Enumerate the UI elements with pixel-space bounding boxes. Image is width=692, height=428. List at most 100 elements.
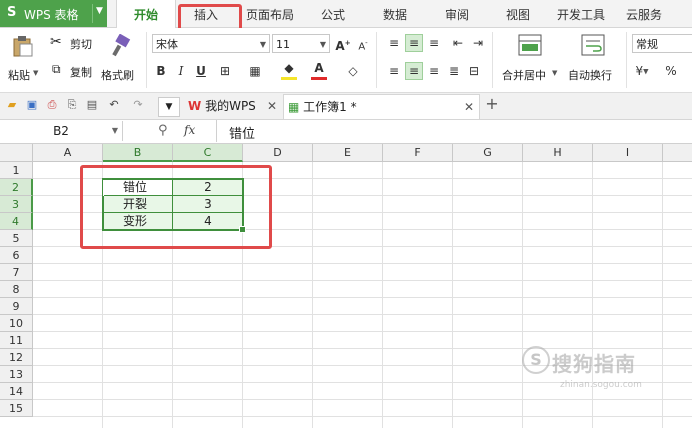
app-menu-button[interactable]: S WPS 表格 ▼ <box>0 0 107 27</box>
doc-tab-my-wps[interactable]: W 我的WPS ✕ <box>186 94 280 118</box>
cell-c3[interactable]: 3 <box>173 196 243 213</box>
chevron-down-icon[interactable]: ▼ <box>96 6 103 16</box>
font-size-select[interactable]: 11 ▼ <box>272 34 330 53</box>
cell-b2[interactable]: 错位 <box>103 179 173 196</box>
select-all-corner[interactable] <box>0 144 33 162</box>
redo-icon[interactable]: ↷ <box>130 97 146 113</box>
fill-color-icon[interactable]: ◆ <box>280 62 298 80</box>
tab-formulas[interactable]: 公式 <box>313 0 353 27</box>
cell-c2[interactable]: 2 <box>173 179 243 196</box>
tab-review[interactable]: 审阅 <box>437 0 477 27</box>
row-header-14[interactable]: 14 <box>0 383 33 400</box>
row-header-13[interactable]: 13 <box>0 366 33 383</box>
row-header-9[interactable]: 9 <box>0 298 33 315</box>
spreadsheet-icon: ▦ <box>288 100 300 114</box>
save-icon[interactable]: ▣ <box>24 97 40 113</box>
close-icon[interactable]: ✕ <box>464 95 474 119</box>
tab-data[interactable]: 数据 <box>375 0 415 27</box>
font-color-icon[interactable]: A <box>310 62 328 80</box>
row-header-7[interactable]: 7 <box>0 264 33 281</box>
tab-developer[interactable]: 开发工具 <box>553 0 609 27</box>
column-header-partial[interactable] <box>663 144 692 162</box>
doc-tab-workbook[interactable]: ▦ 工作簿1 * ✕ <box>283 94 480 119</box>
gridline <box>33 399 692 400</box>
align-bottom-icon[interactable]: ≡ <box>425 34 443 52</box>
column-header-a[interactable]: A <box>33 144 103 162</box>
cell-c4[interactable]: 4 <box>173 213 243 230</box>
export-icon[interactable]: ▤ <box>84 97 100 113</box>
format-painter-button[interactable]: 格式刷 <box>101 32 139 88</box>
column-header-h[interactable]: H <box>523 144 593 162</box>
fill-pattern-icon[interactable]: ▦ <box>246 62 264 80</box>
align-left-icon[interactable]: ≡ <box>385 62 403 80</box>
column-header-d[interactable]: D <box>243 144 313 162</box>
row-header-11[interactable]: 11 <box>0 332 33 349</box>
column-header-b[interactable]: B <box>103 144 173 162</box>
grow-font-icon[interactable]: A+ <box>334 34 352 53</box>
indent-icon[interactable]: ⇥ <box>469 34 487 52</box>
percent-button[interactable]: % <box>662 62 680 80</box>
tab-cloud[interactable]: 云服务 <box>620 0 668 27</box>
paste-button[interactable]: 粘贴 ▼ <box>8 32 38 88</box>
undo-icon[interactable]: ↶ <box>106 97 122 113</box>
shrink-font-icon[interactable]: A- <box>354 34 372 52</box>
close-icon[interactable]: ✕ <box>267 94 277 118</box>
row-header-6[interactable]: 6 <box>0 247 33 264</box>
row-header-2[interactable]: 2 <box>0 179 33 196</box>
tab-view[interactable]: 视图 <box>498 0 538 27</box>
row-header-1[interactable]: 1 <box>0 162 33 179</box>
justify-icon[interactable]: ≣ <box>445 62 463 80</box>
copy-icon: ⧉ <box>52 62 61 76</box>
tab-home[interactable]: 开始 <box>116 0 176 28</box>
open-folder-icon[interactable]: ▰ <box>4 97 20 113</box>
number-format-value: 常规 <box>636 38 658 51</box>
column-header-c[interactable]: C <box>173 144 243 162</box>
clear-format-icon[interactable]: ◇ <box>344 62 362 80</box>
insert-function-icon[interactable]: fx <box>184 123 195 137</box>
tab-page-layout[interactable]: 页面布局 <box>240 0 300 27</box>
cell-reference: B2 <box>53 124 69 138</box>
italic-icon[interactable]: I <box>172 62 190 80</box>
row-header-5[interactable]: 5 <box>0 230 33 247</box>
number-format-select[interactable]: 常规 <box>632 34 692 53</box>
row-header-15[interactable]: 15 <box>0 400 33 417</box>
align-center-icon[interactable]: ≡ <box>405 62 423 80</box>
name-box[interactable]: B2 ▼ <box>0 121 123 141</box>
column-header-i[interactable]: I <box>593 144 663 162</box>
print-icon[interactable]: ⎘ <box>64 97 80 113</box>
bold-icon[interactable]: B <box>152 62 170 80</box>
ribbon: 粘贴 ▼ ✂ 剪切 ⧉ 复制 格式刷 宋体 ▼ 11 ▼ A+ A- B I U… <box>0 28 692 93</box>
row-header-8[interactable]: 8 <box>0 281 33 298</box>
new-tab-icon[interactable]: + <box>484 96 500 112</box>
row-header-3[interactable]: 3 <box>0 196 33 213</box>
cell-b4[interactable]: 变形 <box>103 213 173 230</box>
align-right-icon[interactable]: ≡ <box>425 62 443 80</box>
currency-format-icon[interactable]: ¥▼ <box>633 62 651 80</box>
align-middle-icon[interactable]: ≡ <box>405 34 423 52</box>
gridline <box>382 162 383 428</box>
cut-button[interactable]: ✂ 剪切 <box>50 34 100 52</box>
column-header-g[interactable]: G <box>453 144 523 162</box>
distribute-icon[interactable]: ⊟ <box>465 62 483 80</box>
column-header-f[interactable]: F <box>383 144 453 162</box>
outdent-icon[interactable]: ⇤ <box>449 34 467 52</box>
spreadsheet-grid[interactable]: A B C D E F G H I 1 2 3 4 5 6 7 8 9 10 1… <box>0 144 692 428</box>
row-header-10[interactable]: 10 <box>0 315 33 332</box>
column-header-e[interactable]: E <box>313 144 383 162</box>
formula-input[interactable]: 错位 <box>216 120 692 142</box>
tab-insert[interactable]: 插入 <box>180 0 232 27</box>
underline-icon[interactable]: U <box>192 62 210 80</box>
align-top-icon[interactable]: ≡ <box>385 34 403 52</box>
merge-center-button[interactable]: 合并居中 ▼ <box>498 32 558 88</box>
print-preview-icon[interactable]: ⎙ <box>44 97 60 113</box>
cell-b3[interactable]: 开裂 <box>103 196 173 213</box>
row-header-12[interactable]: 12 <box>0 349 33 366</box>
copy-button[interactable]: ⧉ 复制 <box>50 62 100 80</box>
customize-dropdown-icon[interactable]: ▼ <box>158 97 180 117</box>
formula-bar: B2 ▼ ⚲ fx 错位 <box>0 120 692 144</box>
zoom-icon[interactable]: ⚲ <box>158 123 168 138</box>
row-header-4[interactable]: 4 <box>0 213 33 230</box>
border-icon[interactable]: ⊞ <box>216 62 234 80</box>
font-name-select[interactable]: 宋体 ▼ <box>152 34 270 53</box>
wrap-text-button[interactable]: 自动换行 <box>566 32 620 88</box>
